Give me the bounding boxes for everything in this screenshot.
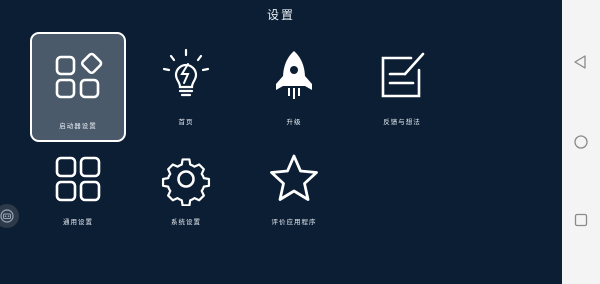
system-navigation-bar [562,0,600,284]
floating-assistant-button[interactable] [0,204,19,228]
rocket-icon [246,48,342,102]
lightbulb-icon [138,48,234,102]
apps-grid-icon [32,50,124,104]
launcher-settings-screen: 设置 启动器设置 首页 升级 反馈与想法 通用设置 系统设置 评价应用程序 [0,0,562,284]
tile-launcher-settings[interactable]: 启动器设置 [30,32,126,142]
tile-general-settings[interactable]: 通用设置 [30,136,126,246]
grid-icon [30,152,126,206]
tile-label: 系统设置 [171,218,201,226]
tile-label: 反馈与想法 [383,118,421,126]
tile-system-settings[interactable]: 系统设置 [138,136,234,246]
tile-label: 通用设置 [63,218,93,226]
tile-feedback[interactable]: 反馈与想法 [354,32,450,142]
tile-label: 评价应用程序 [271,218,317,226]
tile-upgrade[interactable]: 升级 [246,32,342,142]
tile-home[interactable]: 首页 [138,32,234,142]
page-title: 设置 [266,8,295,22]
back-icon[interactable] [562,54,600,70]
feedback-edit-icon [354,48,450,102]
tile-label: 升级 [286,118,302,126]
tile-rate-app[interactable]: 评价应用程序 [246,136,342,246]
home-icon[interactable] [562,134,600,150]
tile-label: 启动器设置 [59,122,97,130]
gear-icon [138,152,234,206]
recents-icon[interactable] [562,212,600,228]
star-icon [246,152,342,206]
tile-label: 首页 [178,118,194,126]
robot-face-icon [0,209,14,223]
